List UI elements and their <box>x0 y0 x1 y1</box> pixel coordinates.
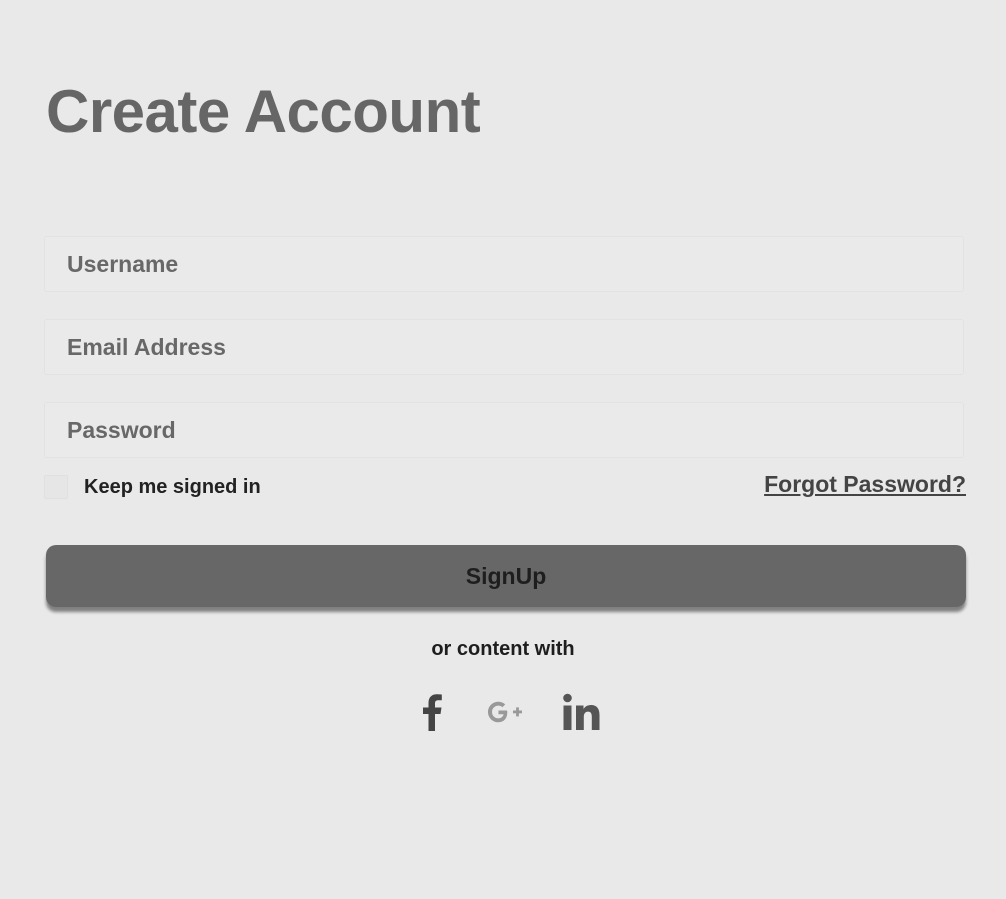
page-title: Create Account <box>46 78 481 145</box>
username-input[interactable] <box>45 237 963 291</box>
linkedin-icon[interactable] <box>558 690 604 734</box>
signup-button[interactable]: SignUp <box>46 545 966 607</box>
username-field-wrapper <box>44 236 964 292</box>
forgot-password-link[interactable]: Forgot Password? <box>764 471 966 498</box>
email-field-wrapper <box>44 319 964 375</box>
email-input[interactable] <box>45 320 963 374</box>
alternative-signin-text: or content with <box>431 638 575 660</box>
facebook-icon[interactable] <box>412 690 452 734</box>
password-field-wrapper <box>44 402 964 458</box>
password-input[interactable] <box>45 403 963 457</box>
remember-me-row: Keep me signed in <box>44 474 261 500</box>
create-account-page: Create Account Keep me signed in Forgot … <box>0 0 1006 899</box>
remember-me-checkbox[interactable] <box>44 475 68 499</box>
remember-me-label: Keep me signed in <box>84 475 261 498</box>
google-plus-icon[interactable] <box>484 690 528 734</box>
